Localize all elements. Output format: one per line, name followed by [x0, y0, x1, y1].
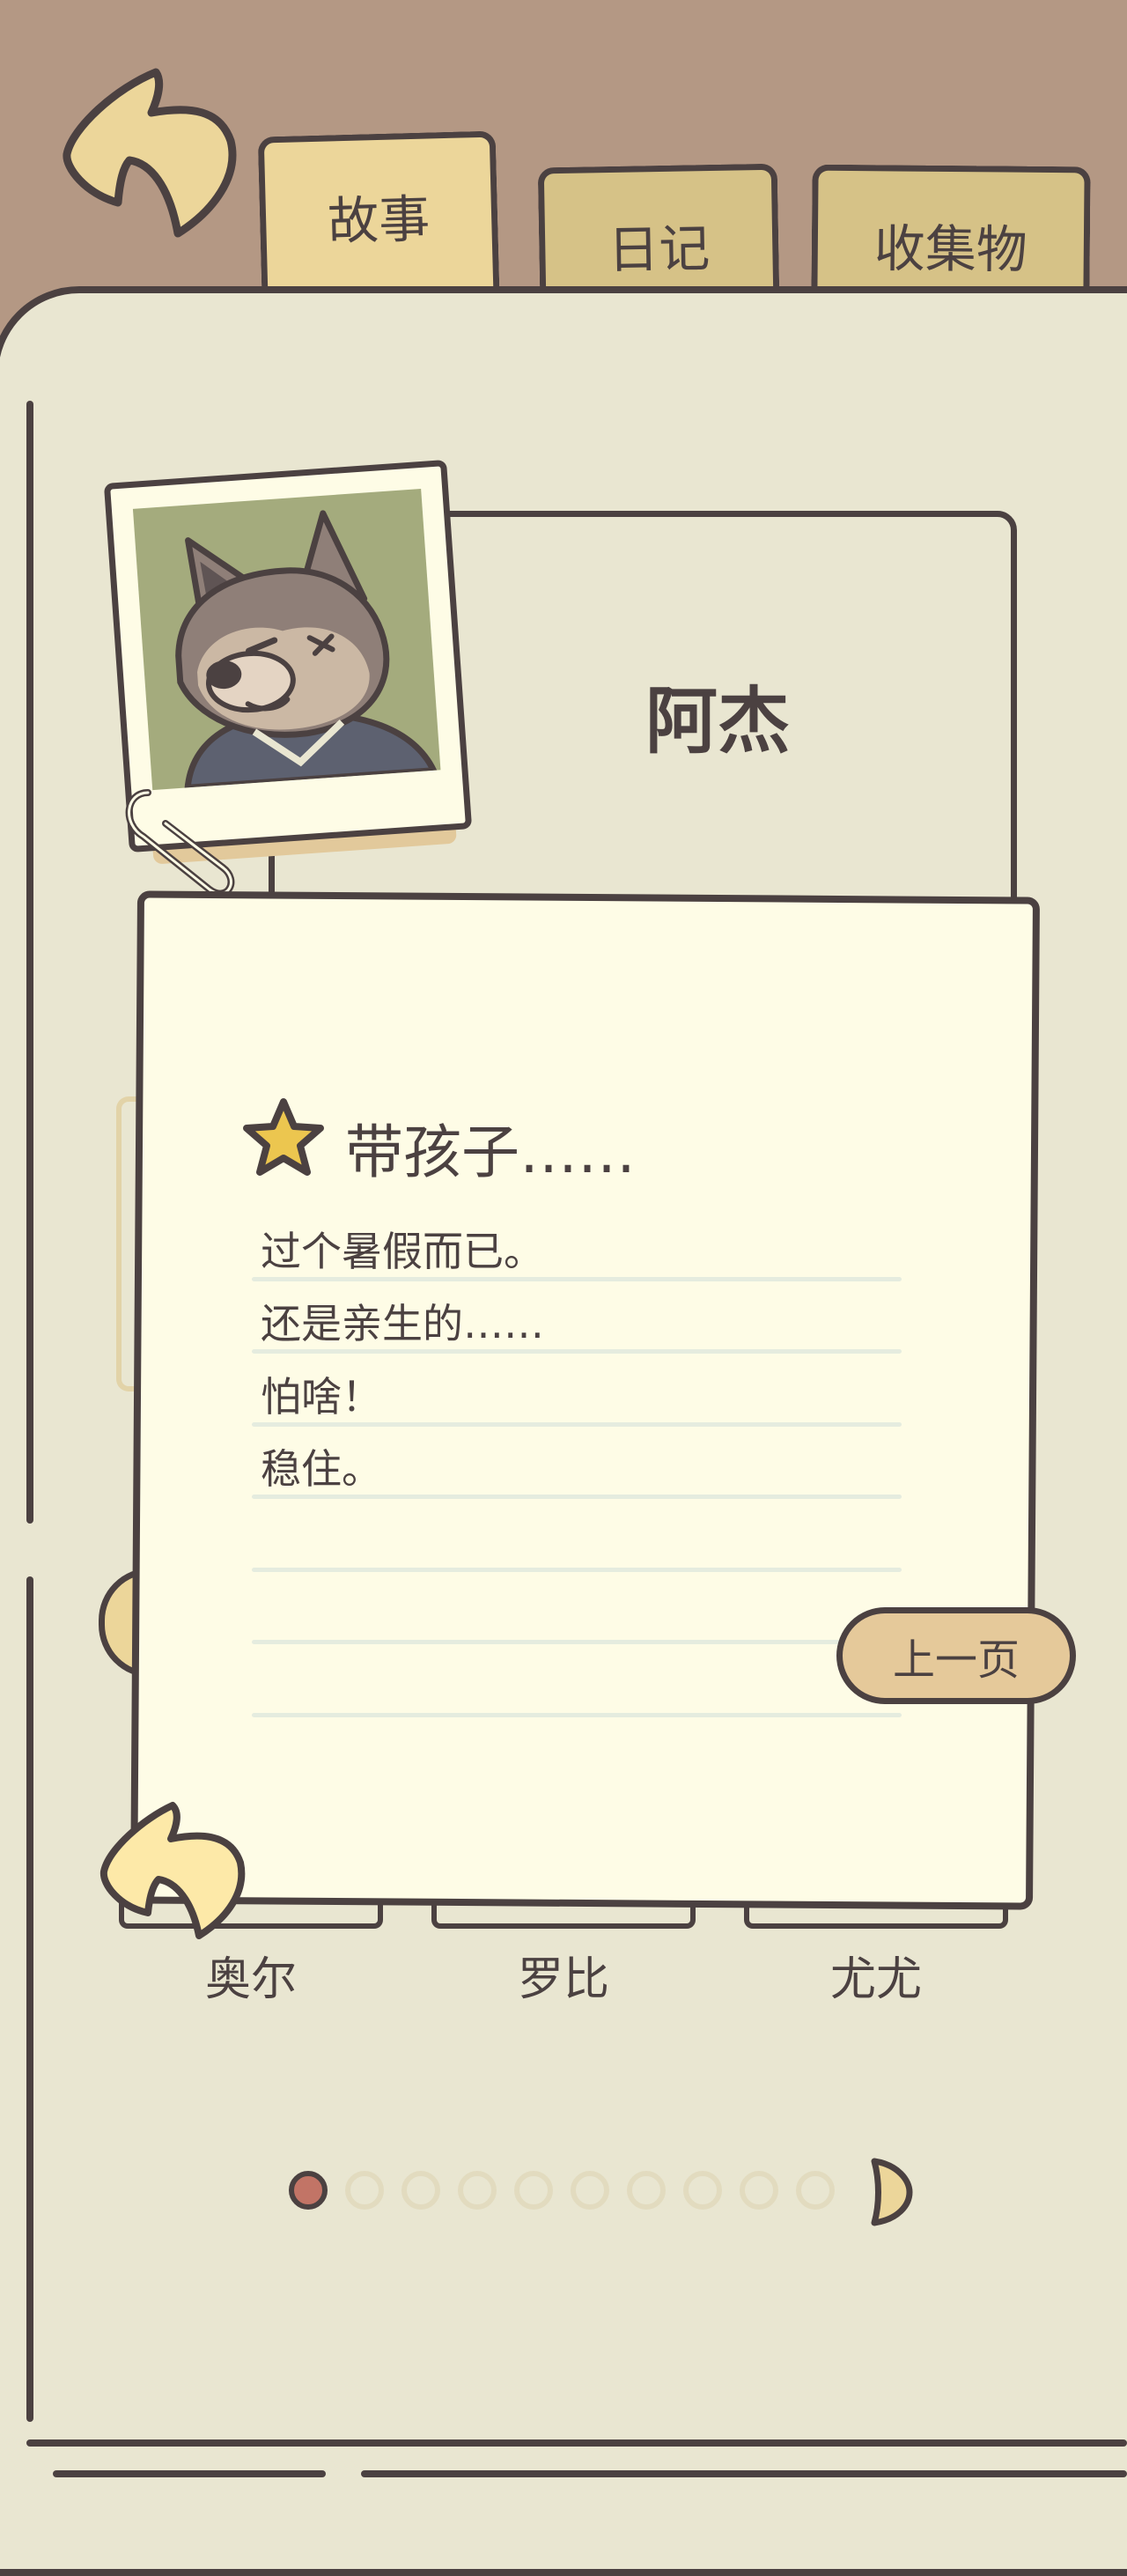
pagination-dot[interactable]: [401, 2171, 440, 2210]
pagination-dot[interactable]: [796, 2171, 835, 2210]
story-line-1: 过个暑假而已。: [261, 1228, 544, 1275]
character-label-2[interactable]: 罗比: [453, 1942, 674, 2008]
tab-collection[interactable]: 收集物: [811, 164, 1091, 299]
character-name: 阿杰: [645, 680, 790, 764]
pagination-dot[interactable]: [289, 2171, 328, 2210]
story-line-2: 还是亲生的……: [261, 1300, 544, 1347]
notebook-spine-lower: [26, 1576, 33, 2422]
prev-page-label: 上一页: [892, 1635, 1020, 1685]
character-label-3[interactable]: 尤尤: [766, 1942, 986, 2008]
star-icon: [239, 1096, 328, 1180]
character-label-1[interactable]: 奥尔: [141, 1942, 361, 2008]
tab-story-label: 故事: [327, 188, 431, 252]
chevron-right-icon: [871, 2158, 913, 2226]
pagination-dot[interactable]: [740, 2171, 778, 2210]
pagination-dot[interactable]: [683, 2171, 722, 2210]
pagination-dot[interactable]: [345, 2171, 384, 2210]
close-note-button[interactable]: [95, 1797, 254, 1942]
pagination-dot[interactable]: [571, 2171, 609, 2210]
page-edge-line-3: [53, 2470, 326, 2477]
pagination-dot[interactable]: [458, 2171, 497, 2210]
tab-diary[interactable]: 日记: [537, 163, 780, 300]
back-arrow-icon: [63, 68, 237, 238]
wolf-portrait-icon: [175, 510, 438, 791]
note-line: [252, 1713, 902, 1717]
tab-story[interactable]: 故事: [257, 130, 500, 296]
back-arrow-icon: [99, 1802, 246, 1939]
story-line-4: 稳住。: [261, 1445, 382, 1493]
page-edge-line: [26, 2439, 1127, 2447]
story-line-3: 怕啥！: [261, 1373, 382, 1421]
next-page-button[interactable]: [867, 2156, 913, 2228]
pagination-dot[interactable]: [514, 2171, 553, 2210]
portrait-photo: [132, 488, 441, 791]
note-line: [252, 1640, 902, 1644]
back-arrow-button[interactable]: [55, 62, 248, 247]
notebook-spine-upper: [26, 401, 33, 1524]
pagination-dot[interactable]: [627, 2171, 666, 2210]
note-line: [252, 1568, 902, 1572]
tab-collection-label: 收集物: [873, 218, 1028, 280]
tab-diary-label: 日记: [607, 218, 711, 281]
story-title: 带孩子……: [345, 1118, 636, 1186]
page-edge-line-2: [361, 2470, 1127, 2477]
prev-page-button[interactable]: 上一页: [836, 1607, 1076, 1704]
